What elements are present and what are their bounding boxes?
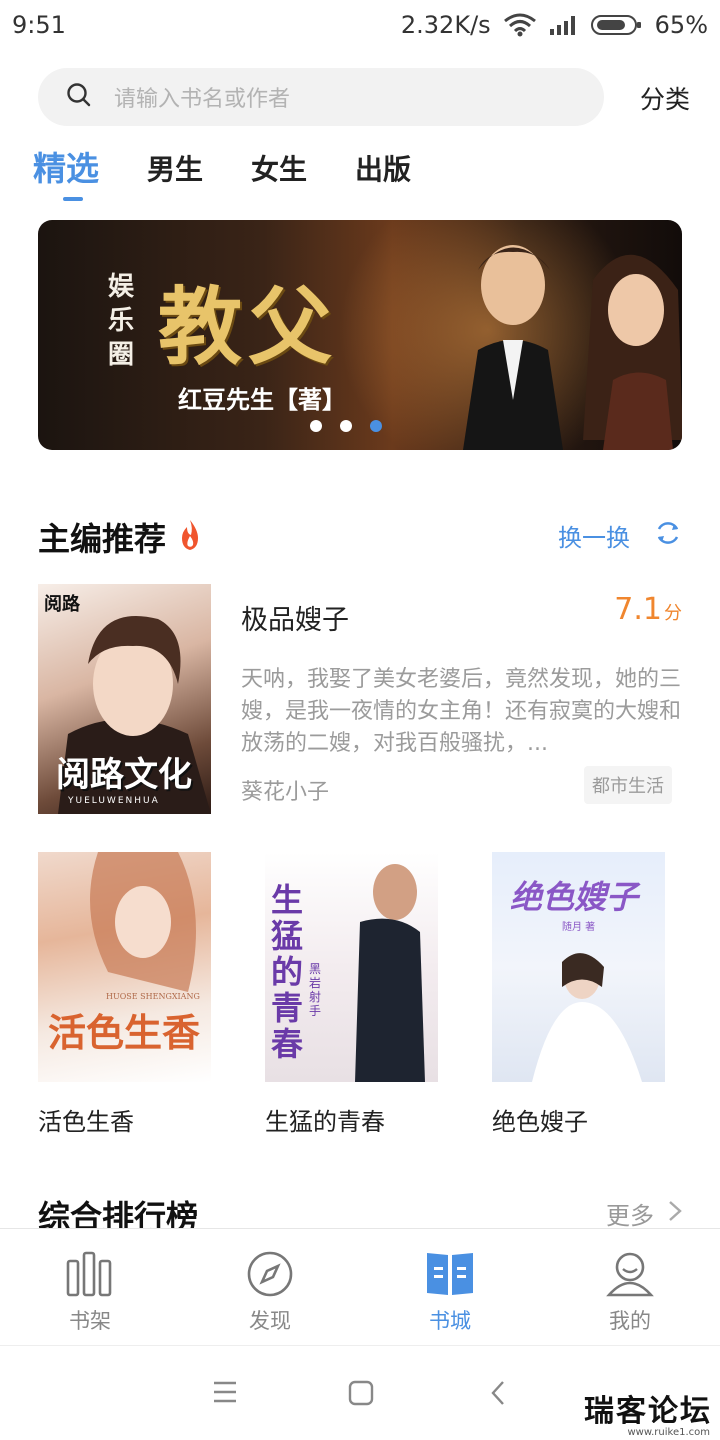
channel-tabs: 精选 男生 女生 出版	[33, 142, 459, 202]
book-title[interactable]: 极品嫂子	[241, 598, 349, 637]
ranking-header: 综合排行榜 更多	[38, 1192, 682, 1236]
user-icon	[606, 1252, 654, 1297]
signal-icon	[549, 14, 579, 36]
cover-brand-sub: YUELUWENHUA	[68, 796, 160, 806]
status-indicators: 2.32K/s 65%	[401, 11, 708, 39]
search-placeholder: 请输入书名或作者	[114, 87, 291, 112]
banner-author: 红豆先生【著】	[178, 385, 346, 414]
book-title[interactable]: 绝色嫂子	[492, 1102, 588, 1137]
watermark: 瑞客论坛	[584, 1394, 712, 1429]
genre-tag[interactable]: 都市生活	[584, 766, 672, 804]
section-title: 主编推荐	[38, 520, 167, 558]
banner-title: 教父	[158, 277, 339, 376]
book-grid: 活色生香 HUOSE SHENGXIANG 活色生香 生猛的青春 黑岩射手 生猛…	[38, 852, 682, 1142]
book-score: 7.1 分	[614, 592, 682, 627]
cover-subtitle: HUOSE SHENGXIANG	[106, 992, 200, 1001]
search-icon	[66, 82, 92, 112]
cover-brand: 阅路文化	[56, 755, 192, 795]
network-speed: 2.32K/s	[400, 11, 491, 39]
search-input[interactable]: 请输入书名或作者	[38, 68, 604, 126]
tab-published[interactable]: 出版	[355, 148, 411, 208]
promo-banner[interactable]: 娱乐圈 教父 红豆先生【著】	[38, 220, 682, 450]
tab-label: 精选	[33, 149, 99, 188]
home-icon[interactable]	[348, 1380, 374, 1406]
active-tab-indicator	[63, 197, 83, 201]
wifi-icon	[503, 13, 537, 37]
featured-info: 极品嫂子 7.1 分 天呐，我娶了美女老婆后，竟然发现，她的三嫂，是我一夜情的女主…	[241, 584, 682, 814]
tab-featured[interactable]: 精选	[33, 142, 99, 202]
book-description: 天呐，我娶了美女老婆后，竟然发现，她的三嫂，是我一夜情的女主角！还有寂寞的大嫂和…	[241, 667, 682, 756]
cover-logo: 阅路	[44, 594, 80, 615]
cover-subtitle: 黑岩射手	[309, 962, 322, 1018]
watermark-url: www.ruike1.com	[627, 1427, 710, 1438]
nav-label: 书城	[429, 1309, 471, 1333]
banner-subtitle: 娱乐圈	[108, 272, 135, 370]
compass-icon	[247, 1251, 293, 1297]
book-store-icon	[427, 1253, 473, 1295]
category-button[interactable]: 分类	[640, 80, 690, 116]
cover-title: 绝色嫂子	[510, 878, 639, 916]
nav-label: 发现	[249, 1309, 291, 1333]
section-title-wrap: 主编推荐	[38, 514, 204, 560]
book-cover[interactable]: 绝色嫂子 随月 著	[492, 852, 665, 1082]
book-cover[interactable]: 活色生香 HUOSE SHENGXIANG	[38, 852, 211, 1082]
back-icon[interactable]	[490, 1380, 506, 1406]
status-time: 9:51	[12, 11, 66, 39]
more-button[interactable]: 更多	[606, 1196, 682, 1231]
editor-picks-header: 主编推荐 换一换	[38, 514, 682, 558]
nav-label: 我的	[609, 1309, 651, 1333]
refresh-icon	[654, 519, 682, 553]
more-label: 更多	[606, 1202, 654, 1230]
nav-discover[interactable]: 发现	[180, 1229, 360, 1345]
page-dot[interactable]	[310, 420, 322, 432]
refresh-button[interactable]: 换一换	[558, 518, 682, 553]
menu-icon[interactable]	[212, 1380, 238, 1404]
bookshelf-icon	[66, 1251, 112, 1297]
status-bar: 9:51 2.32K/s 65%	[0, 0, 720, 50]
featured-book[interactable]: 阅路 阅路文化 YUELUWENHUA 极品嫂子 7.1 分 天呐，我娶了美女老婆…	[38, 584, 682, 814]
book-title[interactable]: 活色生香	[38, 1102, 134, 1137]
page-dot[interactable]	[340, 420, 352, 432]
bottom-navigation: 书架 发现 书城 我的	[0, 1228, 720, 1344]
score-value: 7.1	[614, 592, 662, 627]
banner-female-figure	[583, 255, 682, 450]
book-cover[interactable]: 生猛的青春 黑岩射手	[265, 852, 438, 1082]
tab-label: 出版	[355, 153, 412, 186]
battery-level: 65%	[654, 11, 708, 39]
tab-male[interactable]: 男生	[147, 148, 203, 208]
nav-bookstore[interactable]: 书城	[360, 1229, 540, 1345]
tab-label: 女生	[251, 153, 308, 186]
nav-profile[interactable]: 我的	[540, 1229, 720, 1345]
book-cover[interactable]: 阅路 阅路文化 YUELUWENHUA	[38, 584, 211, 814]
tab-label: 男生	[147, 153, 204, 186]
page-dot-active[interactable]	[370, 420, 382, 432]
refresh-label: 换一换	[558, 524, 630, 552]
book-title[interactable]: 生猛的青春	[265, 1102, 385, 1137]
book-author[interactable]: 葵花小子	[241, 774, 329, 806]
cover-title: 活色生香	[48, 1010, 201, 1055]
cover-subtitle: 随月 著	[562, 922, 596, 933]
tab-female[interactable]: 女生	[251, 148, 307, 208]
cover-title: 生猛的青春	[271, 881, 304, 1063]
chevron-right-icon	[668, 1200, 682, 1228]
banner-male-figure	[463, 245, 563, 450]
battery-icon	[590, 14, 643, 36]
banner-pagination	[310, 420, 382, 432]
nav-bookshelf[interactable]: 书架	[0, 1229, 180, 1345]
score-unit: 分	[664, 603, 682, 624]
nav-label: 书架	[69, 1309, 111, 1333]
fire-icon	[176, 518, 204, 556]
search-row: 请输入书名或作者 分类	[38, 68, 690, 126]
system-navigation: 瑞客论坛 www.ruike1.com	[0, 1345, 720, 1440]
